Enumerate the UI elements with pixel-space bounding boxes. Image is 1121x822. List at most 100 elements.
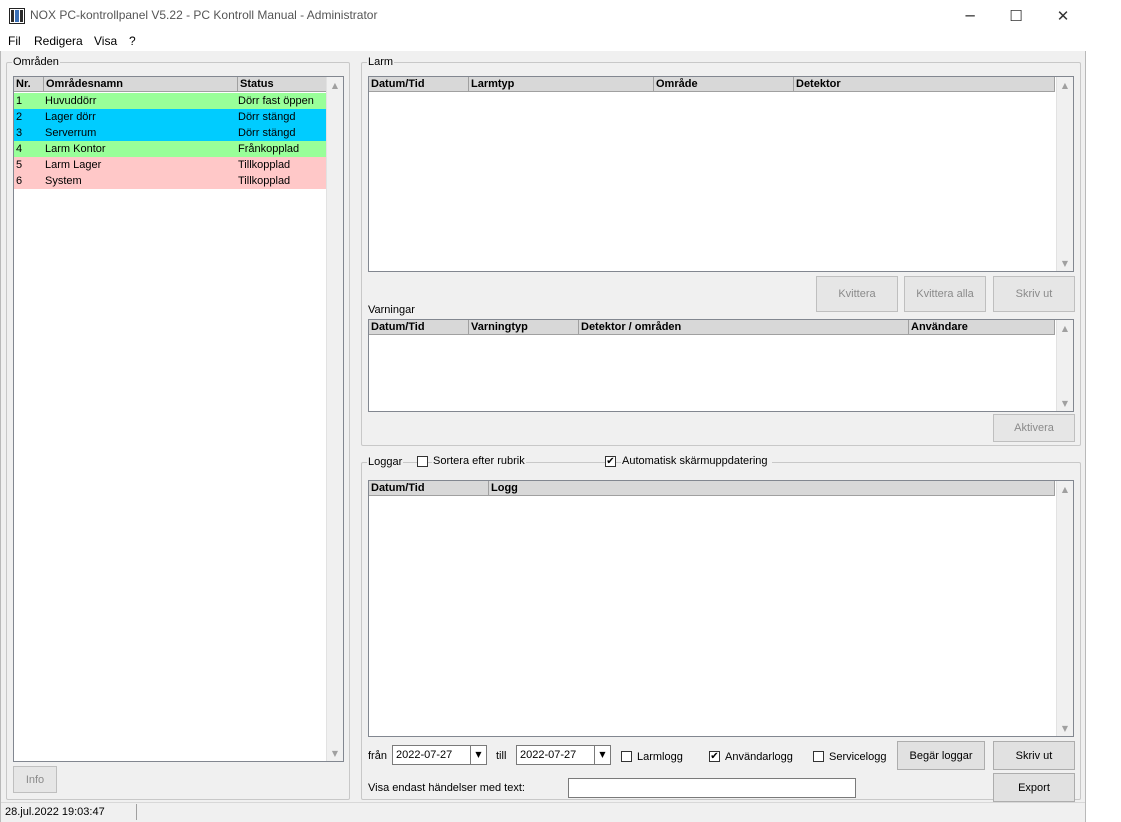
alarm-log-label: Larmlogg xyxy=(637,751,683,763)
menu-file[interactable]: Fil xyxy=(8,34,21,48)
column-area-name[interactable]: Områdesnamn xyxy=(44,77,238,92)
table-row[interactable]: 6 System Tillkopplad xyxy=(14,173,327,189)
column-detector-areas[interactable]: Detektor / områden xyxy=(579,320,909,335)
to-date-picker[interactable]: 2022-07-27 ▼ xyxy=(516,745,611,765)
window-title: NOX PC-kontrollpanel V5.22 - PC Kontroll… xyxy=(30,8,378,22)
scroll-up-icon[interactable]: ▲ xyxy=(1057,320,1073,336)
print-alarms-button[interactable]: Skriv ut xyxy=(993,276,1075,312)
logs-list[interactable]: Datum/Tid Logg ▲ ▼ xyxy=(368,480,1074,737)
areas-scrollbar[interactable]: ▲ ▼ xyxy=(326,77,343,761)
export-button[interactable]: Export xyxy=(993,773,1075,802)
menu-help[interactable]: ? xyxy=(129,34,136,48)
info-button[interactable]: Info xyxy=(13,766,57,793)
activate-button[interactable]: Aktivera xyxy=(993,414,1075,442)
dropdown-arrow-icon[interactable]: ▼ xyxy=(594,746,610,764)
auto-refresh-label: Automatisk skärmuppdatering xyxy=(621,455,772,467)
menu-bar xyxy=(0,31,1086,51)
scroll-up-icon[interactable]: ▲ xyxy=(327,77,343,93)
cell-area-name: Larm Lager xyxy=(45,159,102,171)
cell-status: Tillkopplad xyxy=(238,159,291,171)
auto-refresh-checkbox[interactable]: ✔ xyxy=(605,456,616,467)
service-log-label: Servicelogg xyxy=(829,751,887,763)
column-alarm-type[interactable]: Larmtyp xyxy=(469,77,654,92)
acknowledge-button[interactable]: Kvittera xyxy=(816,276,898,312)
alarms-group-label: Larm xyxy=(367,56,395,68)
warnings-list-header: Datum/Tid Varningtyp Detektor / områden … xyxy=(369,320,1055,335)
cell-area-name: Serverrum xyxy=(45,127,97,139)
warnings-label: Varningar xyxy=(368,304,415,316)
dropdown-arrow-icon[interactable]: ▼ xyxy=(470,746,486,764)
column-datetime[interactable]: Datum/Tid xyxy=(369,77,469,92)
column-user[interactable]: Användare xyxy=(909,320,1055,335)
cell-nr: 1 xyxy=(16,95,23,107)
cell-status: Tillkopplad xyxy=(238,175,291,187)
cell-area-name: Lager dörr xyxy=(45,111,96,123)
scroll-down-icon[interactable]: ▼ xyxy=(1057,395,1073,411)
scroll-up-icon[interactable]: ▲ xyxy=(1057,481,1073,497)
column-area[interactable]: Område xyxy=(654,77,794,92)
cell-nr: 2 xyxy=(16,111,23,123)
from-date-value: 2022-07-27 xyxy=(396,749,453,761)
to-label: till xyxy=(496,750,507,762)
column-datetime[interactable]: Datum/Tid xyxy=(369,320,469,335)
cell-nr: 5 xyxy=(16,159,23,171)
groupbox-line xyxy=(403,462,415,463)
table-row[interactable]: 1 Huvuddörr Dörr fast öppen xyxy=(14,93,327,109)
checkmark-icon: ✔ xyxy=(606,456,615,467)
column-datetime[interactable]: Datum/Tid xyxy=(369,481,489,496)
areas-group-label: Områden xyxy=(12,56,60,68)
status-bar xyxy=(1,802,1085,822)
filter-label: Visa endast händelser med text: xyxy=(368,782,525,794)
filter-text-input[interactable] xyxy=(568,778,856,798)
table-row[interactable]: 4 Larm Kontor Frånkopplad xyxy=(14,141,327,157)
from-date-picker[interactable]: 2022-07-27 ▼ xyxy=(392,745,487,765)
print-logs-button[interactable]: Skriv ut xyxy=(993,741,1075,770)
alarms-scrollbar[interactable]: ▲ ▼ xyxy=(1056,77,1073,271)
maximize-button[interactable]: ☐ xyxy=(993,0,1039,31)
warnings-list[interactable]: Datum/Tid Varningtyp Detektor / områden … xyxy=(368,319,1074,412)
column-warning-type[interactable]: Varningtyp xyxy=(469,320,579,335)
column-nr[interactable]: Nr. xyxy=(14,77,44,92)
table-row[interactable]: 3 Serverrum Dörr stängd xyxy=(14,125,327,141)
alarms-list-header: Datum/Tid Larmtyp Område Detektor xyxy=(369,77,1055,92)
user-log-checkbox[interactable]: ✔ xyxy=(709,751,720,762)
cell-status: Dörr stängd xyxy=(238,127,296,139)
alarm-log-checkbox[interactable] xyxy=(621,751,632,762)
acknowledge-all-button[interactable]: Kvittera alla xyxy=(904,276,986,312)
minimize-button[interactable]: ─ xyxy=(947,0,993,31)
menu-view[interactable]: Visa xyxy=(94,34,117,48)
cell-nr: 4 xyxy=(16,143,23,155)
request-logs-button[interactable]: Begär loggar xyxy=(897,741,985,770)
column-detector[interactable]: Detektor xyxy=(794,77,1055,92)
scroll-down-icon[interactable]: ▼ xyxy=(1057,720,1073,736)
warnings-scrollbar[interactable]: ▲ ▼ xyxy=(1056,320,1073,411)
close-button[interactable]: ✕ xyxy=(1040,0,1086,31)
cell-status: Dörr stängd xyxy=(238,111,296,123)
scroll-up-icon[interactable]: ▲ xyxy=(1057,77,1073,93)
areas-list[interactable]: Nr. Områdesnamn Status 1 Huvuddörr Dörr fa… xyxy=(13,76,344,762)
table-row[interactable]: 5 Larm Lager Tillkopplad xyxy=(14,157,327,173)
column-status[interactable]: Status xyxy=(238,77,327,92)
service-log-checkbox[interactable] xyxy=(813,751,824,762)
cell-nr: 6 xyxy=(16,175,23,187)
logs-group-label: Loggar xyxy=(367,456,407,468)
scroll-down-icon[interactable]: ▼ xyxy=(1057,255,1073,271)
checkmark-icon: ✔ xyxy=(710,751,719,762)
cell-area-name: Larm Kontor xyxy=(45,143,106,155)
areas-list-header: Nr. Områdesnamn Status xyxy=(14,77,327,92)
menu-edit[interactable]: Redigera xyxy=(34,34,83,48)
logs-scrollbar[interactable]: ▲ ▼ xyxy=(1056,481,1073,736)
cell-area-name: Huvuddörr xyxy=(45,95,97,107)
cell-area-name: System xyxy=(45,175,82,187)
table-row[interactable]: 2 Lager dörr Dörr stängd xyxy=(14,109,327,125)
to-date-value: 2022-07-27 xyxy=(520,749,577,761)
user-log-label: Användarlogg xyxy=(725,751,793,763)
groupbox-line xyxy=(573,462,603,463)
app-icon xyxy=(9,8,25,24)
sort-by-header-checkbox[interactable] xyxy=(417,456,428,467)
scroll-down-icon[interactable]: ▼ xyxy=(327,745,343,761)
from-label: från xyxy=(368,750,387,762)
column-log[interactable]: Logg xyxy=(489,481,1055,496)
alarms-list[interactable]: Datum/Tid Larmtyp Område Detektor ▲ ▼ xyxy=(368,76,1074,272)
logs-list-header: Datum/Tid Logg xyxy=(369,481,1055,496)
